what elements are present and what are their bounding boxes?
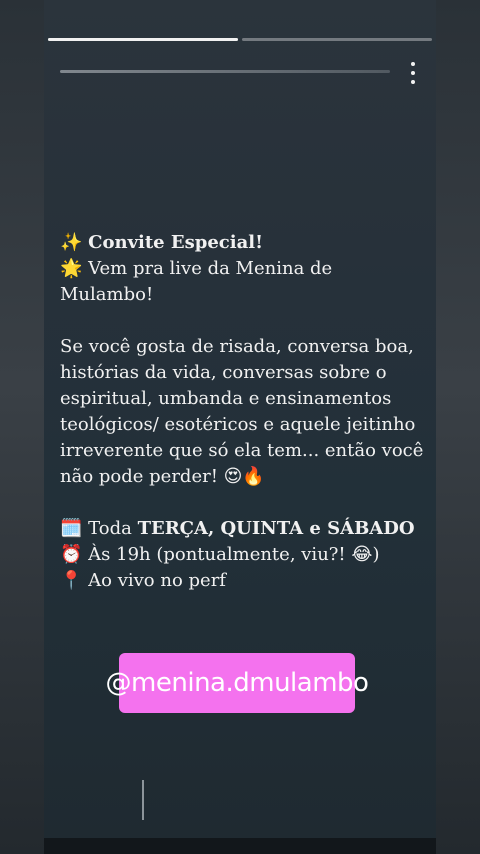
text-line: não pode perder! 😍🔥 <box>60 464 420 490</box>
heart-eyes-fire-emoji: 😍🔥 <box>223 466 265 487</box>
bottom-strip <box>44 838 436 854</box>
laughing-emoji: 😂 <box>351 544 373 565</box>
text-span: ) <box>372 544 380 565</box>
text-line: Mulambo! <box>60 284 154 305</box>
calendar-icon: 🗓️ <box>60 518 83 539</box>
background-right-edge <box>436 0 480 854</box>
more-vertical-icon[interactable] <box>405 62 421 84</box>
text-line: espiritual, umbanda e ensinamentos <box>60 388 392 409</box>
text-span: Vem pra live da Menina de <box>88 258 333 279</box>
schedule-days: TERÇA, QUINTA e SÁBADO <box>137 518 415 539</box>
profile-mention-button[interactable]: @menina.dmulambo <box>106 653 369 713</box>
progress-segment <box>242 38 432 41</box>
text-span: Às 19h (pontualmente, viu?! <box>88 544 346 565</box>
text-line: 🗓️ Toda TERÇA, QUINTA e SÁBADO <box>60 516 420 542</box>
text-line: irreverente que só ela tem... então você <box>60 440 424 461</box>
progress-segment <box>48 38 238 41</box>
text-line: 🌟 Vem pra live da Menina de <box>60 256 420 282</box>
story-text: ✨ Convite Especial! 🌟 Vem pra live da Me… <box>60 230 424 594</box>
background-left-edge <box>0 0 44 854</box>
text-line: Se você gosta de risada, conversa boa, <box>60 336 414 357</box>
pin-icon: 📍 <box>60 570 83 591</box>
text-line: ✨ Convite Especial! <box>60 230 420 256</box>
star-icon: 🌟 <box>60 258 83 279</box>
text-line: teológicos/ esotéricos e aquele jeitinho <box>60 414 416 435</box>
text-line: histórias da vida, conversas sobre o <box>60 362 387 383</box>
header-placeholder <box>60 70 390 73</box>
text-line: 📍 Ao vivo no perf <box>60 568 420 594</box>
text-span: Toda <box>88 518 132 539</box>
text-span: não pode perder! <box>60 466 218 487</box>
reply-indicator <box>142 780 144 820</box>
sparkles-icon: ✨ <box>60 232 83 253</box>
story-progress-bar <box>48 38 432 41</box>
alarm-clock-icon: ⏰ <box>60 544 83 565</box>
text-line: ⏰ Às 19h (pontualmente, viu?! 😂) <box>60 542 420 568</box>
text-span: Ao vivo no perf <box>88 570 226 591</box>
invite-heading: Convite Especial! <box>88 232 263 253</box>
